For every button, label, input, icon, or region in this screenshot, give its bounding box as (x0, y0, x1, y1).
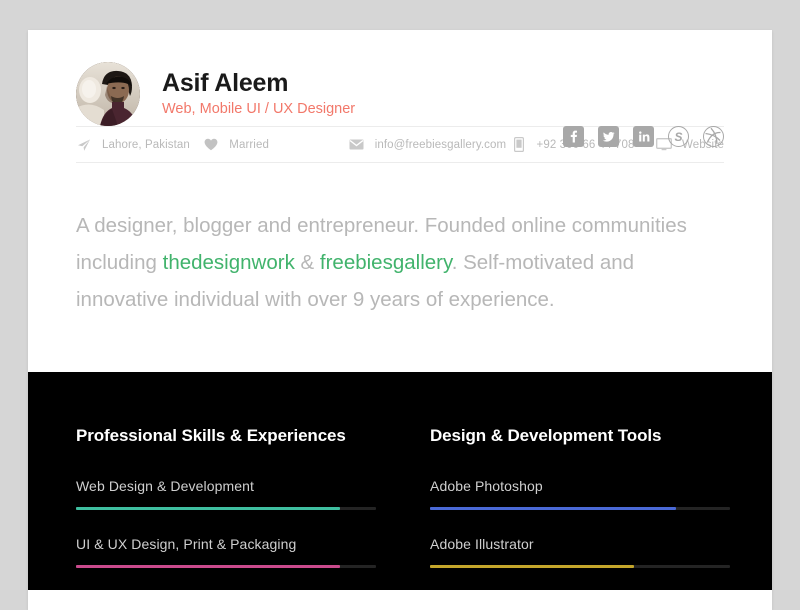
skill-fill (430, 565, 634, 568)
bio-paragraph: A designer, blogger and entrepreneur. Fo… (76, 163, 724, 372)
contact-email[interactable]: info@freebiesgallery.com (349, 137, 511, 153)
card-header: Asif Aleem Web, Mobile UI / UX Designer … (28, 30, 772, 147)
skills-right-heading: Design & Development Tools (430, 426, 662, 445)
facebook-icon[interactable] (563, 126, 584, 147)
location-text: Lahore, Pakistan (102, 138, 190, 151)
skill-track (430, 507, 730, 510)
skill-row: Adobe Illustrator (430, 536, 730, 568)
skill-row: Web Design & Development (76, 478, 376, 510)
skill-track (430, 565, 730, 568)
identity-block: Asif Aleem Web, Mobile UI / UX Designer (76, 62, 724, 126)
twitter-icon[interactable] (598, 126, 619, 147)
page-root: Asif Aleem Web, Mobile UI / UX Designer … (0, 0, 800, 610)
name-block: Asif Aleem Web, Mobile UI / UX Designer (162, 68, 356, 118)
contact-location: Lahore, Pakistan (76, 137, 203, 153)
social-links: S (563, 126, 724, 147)
skills-left-heading: Professional Skills & Experiences (76, 426, 346, 445)
skill-fill (430, 507, 676, 510)
skill-track (76, 507, 376, 510)
skill-track (76, 565, 376, 568)
avatar-photo (76, 62, 140, 126)
dribbble-icon[interactable] (703, 126, 724, 147)
skills-column-left: Professional Skills & Experiences Web De… (76, 372, 376, 590)
skill-row: UI & UX Design, Print & Packaging (76, 536, 376, 568)
mobile-phone-icon (511, 137, 527, 153)
profile-card: Asif Aleem Web, Mobile UI / UX Designer … (28, 30, 772, 610)
marital-text: Married (229, 138, 269, 151)
heart-icon (203, 137, 219, 153)
email-text: info@freebiesgallery.com (374, 138, 507, 151)
linkedin-icon[interactable] (633, 126, 654, 147)
skill-fill (76, 507, 340, 510)
link-thedesignwork[interactable]: thedesignwork (163, 251, 295, 274)
envelope-icon (349, 137, 365, 153)
skill-fill (76, 565, 340, 568)
svg-text:S: S (674, 130, 682, 144)
contact-marital: Married (203, 137, 348, 153)
job-title: Web, Mobile UI / UX Designer (162, 101, 356, 118)
skill-row: Adobe Photoshop (430, 478, 730, 510)
bio-part-2: & (294, 251, 320, 274)
link-freebiesgallery[interactable]: freebiesgallery (320, 251, 452, 274)
skills-section: Professional Skills & Experiences Web De… (28, 372, 772, 590)
page-title: Asif Aleem (162, 68, 289, 97)
skills-column-right: Design & Development Tools Adobe Photosh… (430, 372, 730, 590)
skill-label: Adobe Photoshop (430, 478, 543, 494)
skype-icon[interactable]: S (668, 126, 689, 147)
avatar (76, 62, 140, 126)
skill-label: Adobe Illustrator (430, 536, 534, 552)
location-arrow-icon (76, 137, 92, 153)
skill-label: Web Design & Development (76, 478, 255, 494)
skill-label: UI & UX Design, Print & Packaging (76, 536, 297, 552)
